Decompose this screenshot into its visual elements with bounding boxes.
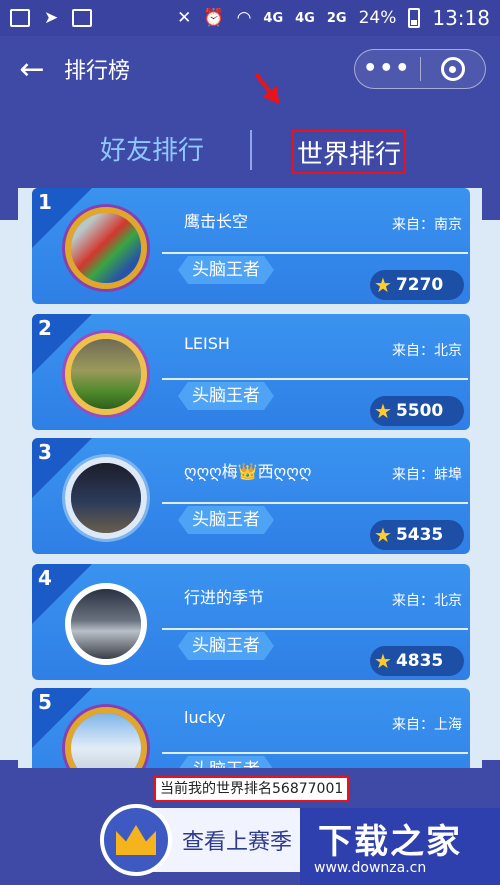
back-button[interactable]: ← bbox=[0, 36, 64, 102]
avatar-frame bbox=[62, 576, 150, 672]
battery-icon bbox=[408, 8, 421, 28]
rank-title-badge: 头脑王者 bbox=[178, 256, 274, 284]
player-name: lucky bbox=[184, 708, 226, 727]
alarm-icon: ⏰ bbox=[203, 8, 225, 28]
crown-badge bbox=[100, 804, 172, 876]
ranking-card[interactable]: 4 行进的季节 来自：北京 头脑王者 ★ 4835 bbox=[32, 564, 470, 680]
watermark: 下载之家 www.downza.cn bbox=[300, 808, 500, 885]
ranking-card[interactable]: 3 ღღღ梅👑西ღღღ 来自：蚌埠 头脑王者 ★ 5435 bbox=[32, 438, 470, 554]
mini-program-capsule: ••• bbox=[354, 49, 486, 89]
avatar-frame bbox=[62, 326, 150, 422]
nav-header: ← 排行榜 ••• bbox=[0, 36, 500, 102]
avatar-frame bbox=[62, 700, 150, 768]
view-last-season-label: 查看上赛季 bbox=[182, 830, 293, 855]
score-value: 7270 bbox=[395, 275, 444, 295]
card-divider bbox=[162, 752, 468, 754]
arrow-left-icon: ← bbox=[19, 51, 45, 87]
rank-number: 3 bbox=[38, 440, 52, 464]
player-name: ღღღ梅👑西ღღღ bbox=[184, 462, 312, 481]
rank-title-badge: 头脑王者 bbox=[178, 506, 274, 534]
mute-icon: ✕ bbox=[177, 8, 192, 28]
rank-title-badge: 头脑王者 bbox=[178, 632, 274, 660]
ranking-tabs: 好友排行 世界排行 bbox=[0, 120, 500, 180]
avatar[interactable] bbox=[65, 207, 147, 289]
my-world-rank: 当前我的世界排名56877001 bbox=[154, 776, 350, 802]
card-divider bbox=[162, 502, 468, 504]
ranking-card[interactable]: 5 lucky 来自：上海 头脑王者 bbox=[32, 688, 470, 768]
wifi-icon: ◠ bbox=[236, 8, 252, 28]
rank-number: 4 bbox=[38, 566, 52, 590]
rank-number: 1 bbox=[38, 190, 52, 214]
network-4g-small-label: 4G bbox=[295, 10, 315, 26]
target-close-icon bbox=[440, 57, 465, 81]
player-location: 来自：南京 bbox=[392, 217, 462, 233]
ranking-card[interactable]: 1 鹰击长空 来自：南京 头脑王者 ★ 7270 bbox=[32, 188, 470, 304]
score-pill: ★ 4835 bbox=[370, 646, 464, 676]
tab-friends-ranking[interactable]: 好友排行 bbox=[100, 130, 204, 167]
more-button[interactable]: ••• bbox=[355, 49, 420, 89]
player-name: 鹰击长空 bbox=[184, 212, 249, 231]
star-icon: ★ bbox=[374, 399, 392, 423]
battery-percent: 24% bbox=[358, 8, 397, 28]
score-pill: ★ 5435 bbox=[370, 520, 464, 550]
avatar[interactable] bbox=[65, 583, 147, 665]
player-name: 行进的季节 bbox=[184, 588, 265, 607]
close-button[interactable] bbox=[421, 57, 486, 81]
watermark-logo: 下载之家 bbox=[318, 822, 462, 862]
star-icon: ★ bbox=[374, 523, 392, 547]
status-bar: ➤ ✕ ⏰ ◠ 4G 4G 2G 24% 13:18 bbox=[0, 0, 500, 36]
player-location: 来自：蚌埠 bbox=[392, 467, 462, 483]
score-pill: ★ 5500 bbox=[370, 396, 464, 426]
player-name: LEISH bbox=[184, 334, 230, 353]
avatar[interactable] bbox=[65, 457, 147, 539]
tab-world-ranking[interactable]: 世界排行 bbox=[292, 130, 406, 174]
rank-title-badge: 头脑王者 bbox=[178, 382, 274, 410]
rank-number: 2 bbox=[38, 316, 52, 340]
network-4g-label: 4G bbox=[263, 10, 284, 26]
image-icon bbox=[10, 9, 30, 27]
avatar-frame bbox=[62, 200, 150, 296]
rank-title-badge: 头脑王者 bbox=[178, 756, 274, 768]
card-divider bbox=[162, 252, 468, 254]
ranking-list[interactable]: 1 鹰击长空 来自：南京 头脑王者 ★ 7270 2 LEISH 来自：北京 头… bbox=[18, 188, 482, 768]
score-value: 4835 bbox=[395, 651, 444, 671]
score-pill: ★ 7270 bbox=[370, 270, 464, 300]
more-dots-icon: ••• bbox=[363, 56, 412, 81]
player-location: 来自：北京 bbox=[392, 343, 462, 359]
player-location: 来自：北京 bbox=[392, 593, 462, 609]
rank-number: 5 bbox=[38, 690, 52, 714]
player-location: 来自：上海 bbox=[392, 717, 462, 733]
star-icon: ★ bbox=[374, 273, 392, 297]
network-2g-label: 2G bbox=[326, 10, 347, 26]
card-divider bbox=[162, 378, 468, 380]
clock-time: 13:18 bbox=[432, 6, 490, 30]
tab-divider bbox=[250, 130, 252, 170]
crown-icon bbox=[116, 825, 156, 855]
avatar[interactable] bbox=[65, 707, 147, 768]
score-value: 5435 bbox=[395, 525, 444, 545]
page-title: 排行榜 bbox=[64, 59, 131, 84]
send-icon: ➤ bbox=[44, 8, 59, 28]
star-icon: ★ bbox=[374, 649, 392, 673]
avatar-frame bbox=[62, 450, 150, 546]
watermark-url: www.downza.cn bbox=[314, 860, 427, 876]
ranking-card[interactable]: 2 LEISH 来自：北京 头脑王者 ★ 5500 bbox=[32, 314, 470, 430]
score-value: 5500 bbox=[395, 401, 444, 421]
card-divider bbox=[162, 628, 468, 630]
s-app-icon bbox=[72, 9, 93, 27]
avatar[interactable] bbox=[65, 333, 147, 415]
